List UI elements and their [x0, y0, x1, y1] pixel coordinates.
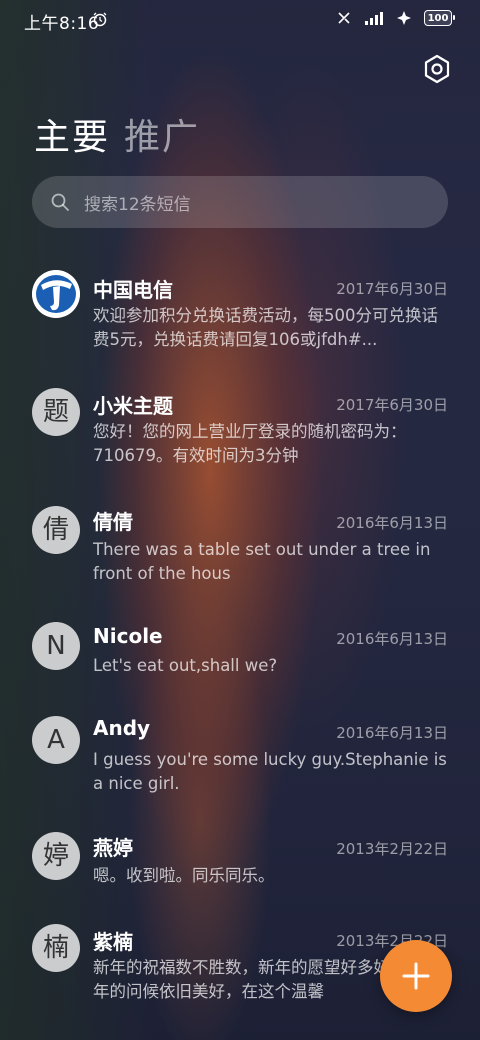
message-item[interactable]: 婷 燕婷 2013年2月22日 嗯。收到啦。同乐同乐。	[0, 830, 480, 910]
avatar: 倩	[32, 506, 80, 554]
avatar	[32, 270, 80, 318]
tab-bar: 主要 推广	[34, 108, 200, 160]
message-preview: Let's eat out,shall we?	[93, 656, 278, 675]
wifi-icon	[397, 11, 411, 25]
message-date: 2013年2月22日	[336, 840, 448, 858]
sender-name: 小米主题	[93, 394, 173, 418]
sender-name: 燕婷	[93, 836, 133, 860]
message-preview: 嗯。收到啦。同乐同乐。	[93, 866, 275, 885]
message-item[interactable]: A Andy 2016年6月13日 I guess you're some lu…	[0, 714, 480, 814]
message-date: 2017年6月30日	[336, 280, 448, 298]
message-date: 2017年6月30日	[336, 396, 448, 414]
alarm-icon	[93, 12, 107, 27]
message-preview: 您好！您的网上营业厅登录的随机密码为：710679。有效时间为3分钟	[93, 422, 407, 465]
message-item[interactable]: N Nicole 2016年6月13日 Let's eat out,shall …	[0, 620, 480, 700]
signal-icon	[365, 12, 383, 25]
battery-icon: 100	[424, 10, 455, 26]
tab-promotions[interactable]: 推广	[124, 108, 200, 160]
settings-hex-icon[interactable]	[420, 52, 454, 86]
nfc-icon	[338, 12, 350, 24]
avatar: N	[32, 622, 80, 670]
avatar: 婷	[32, 832, 80, 880]
message-date: 2016年6月13日	[336, 514, 448, 532]
sender-name: 紫楠	[93, 930, 133, 954]
avatar: 题	[32, 388, 80, 436]
avatar: A	[32, 716, 80, 764]
sender-name: 倩倩	[93, 510, 133, 534]
new-message-button[interactable]	[380, 940, 452, 1012]
message-item[interactable]: 题 小米主题 2017年6月30日 您好！您的网上营业厅登录的随机密码为：710…	[0, 386, 480, 486]
message-item[interactable]: 倩 倩倩 2016年6月13日 There was a table set ou…	[0, 504, 480, 604]
search-placeholder: 搜索12条短信	[84, 194, 191, 215]
tab-primary[interactable]: 主要	[34, 108, 110, 160]
status-time: 上午8:16	[24, 14, 100, 34]
message-date: 2016年6月13日	[336, 630, 448, 648]
message-preview: 欢迎参加积分兑换话费活动，每500分可兑换话费5元，兑换话费请回复106或jfd…	[93, 306, 438, 349]
search-icon	[51, 193, 69, 211]
sender-name: Nicole	[93, 624, 163, 648]
avatar: 楠	[32, 924, 80, 972]
sender-name: Andy	[93, 716, 151, 740]
message-date: 2016年6月13日	[336, 724, 448, 742]
status-bar: 上午8:16 100	[0, 0, 480, 40]
plus-icon	[402, 962, 430, 990]
message-preview: There was a table set out under a tree i…	[93, 540, 431, 583]
china-telecom-logo-icon	[32, 270, 80, 318]
message-item[interactable]: 中国电信 2017年6月30日 欢迎参加积分兑换话费活动，每500分可兑换话费5…	[0, 270, 480, 370]
message-preview: I guess you're some lucky guy.Stephanie …	[93, 750, 447, 793]
search-input[interactable]: 搜索12条短信	[32, 176, 448, 228]
sender-name: 中国电信	[93, 278, 173, 302]
